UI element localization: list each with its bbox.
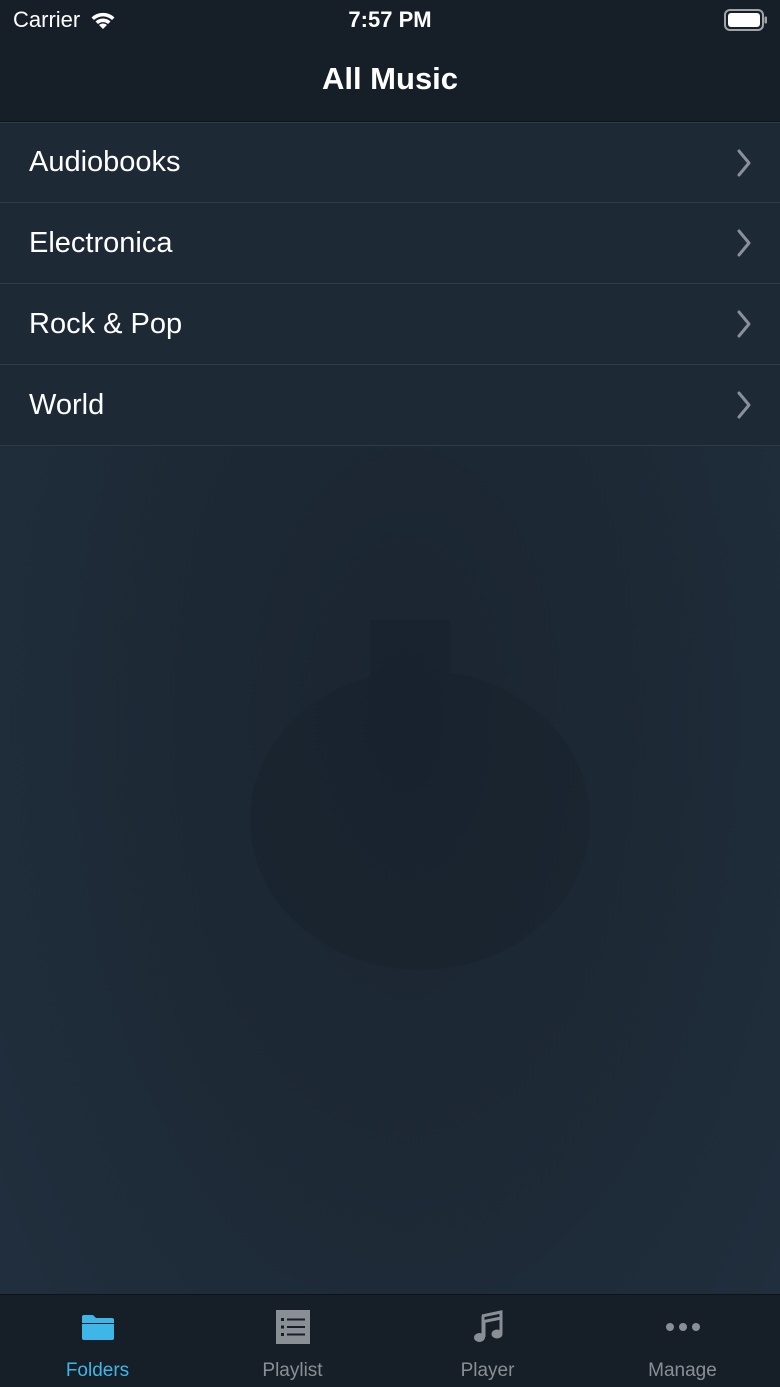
- folder-label: World: [29, 388, 105, 421]
- folder-row-world[interactable]: World: [0, 365, 780, 446]
- chevron-right-icon: [737, 149, 751, 176]
- tab-player[interactable]: Player: [390, 1295, 585, 1387]
- chevron-right-icon: [737, 229, 751, 257]
- battery-icon: [724, 9, 767, 31]
- status-bar: Carrier 7:57 PM: [0, 0, 780, 40]
- folder-row-electronica[interactable]: Electronica: [0, 203, 780, 284]
- tab-playlist[interactable]: Playlist: [195, 1295, 390, 1387]
- page-title: All Music: [321, 60, 459, 96]
- tab-label: Manage: [648, 1360, 717, 1381]
- folder-label: Audiobooks: [29, 146, 181, 178]
- folder-list: Audiobooks Electronica Rock & Pop World: [0, 122, 780, 446]
- background-watermark: [250, 620, 590, 970]
- folder-row-rock-pop[interactable]: Rock & Pop: [0, 284, 780, 365]
- folder-icon: [78, 1307, 118, 1347]
- folder-label: Rock & Pop: [29, 307, 183, 340]
- tab-label: Folders: [65, 1360, 130, 1381]
- folder-label: Electronica: [29, 226, 173, 259]
- app-screen: Carrier 7:57 PM All Music Audiobooks Ele…: [0, 0, 780, 1387]
- chevron-right-icon: [737, 310, 751, 338]
- more-icon: [663, 1307, 703, 1347]
- tab-label: Playlist: [262, 1360, 323, 1381]
- tab-label: Player: [460, 1360, 515, 1381]
- list-icon: [273, 1307, 313, 1347]
- status-time: 7:57 PM: [348, 7, 432, 32]
- folder-row-audiobooks[interactable]: Audiobooks: [0, 122, 780, 203]
- chevron-right-icon: [737, 391, 751, 419]
- tab-folders[interactable]: Folders: [0, 1295, 195, 1387]
- tab-manage[interactable]: Manage: [585, 1295, 780, 1387]
- tab-bar: Folders Playlist Player Manage: [0, 1294, 780, 1387]
- music-note-icon: [468, 1307, 508, 1347]
- navigation-bar: All Music: [0, 40, 780, 122]
